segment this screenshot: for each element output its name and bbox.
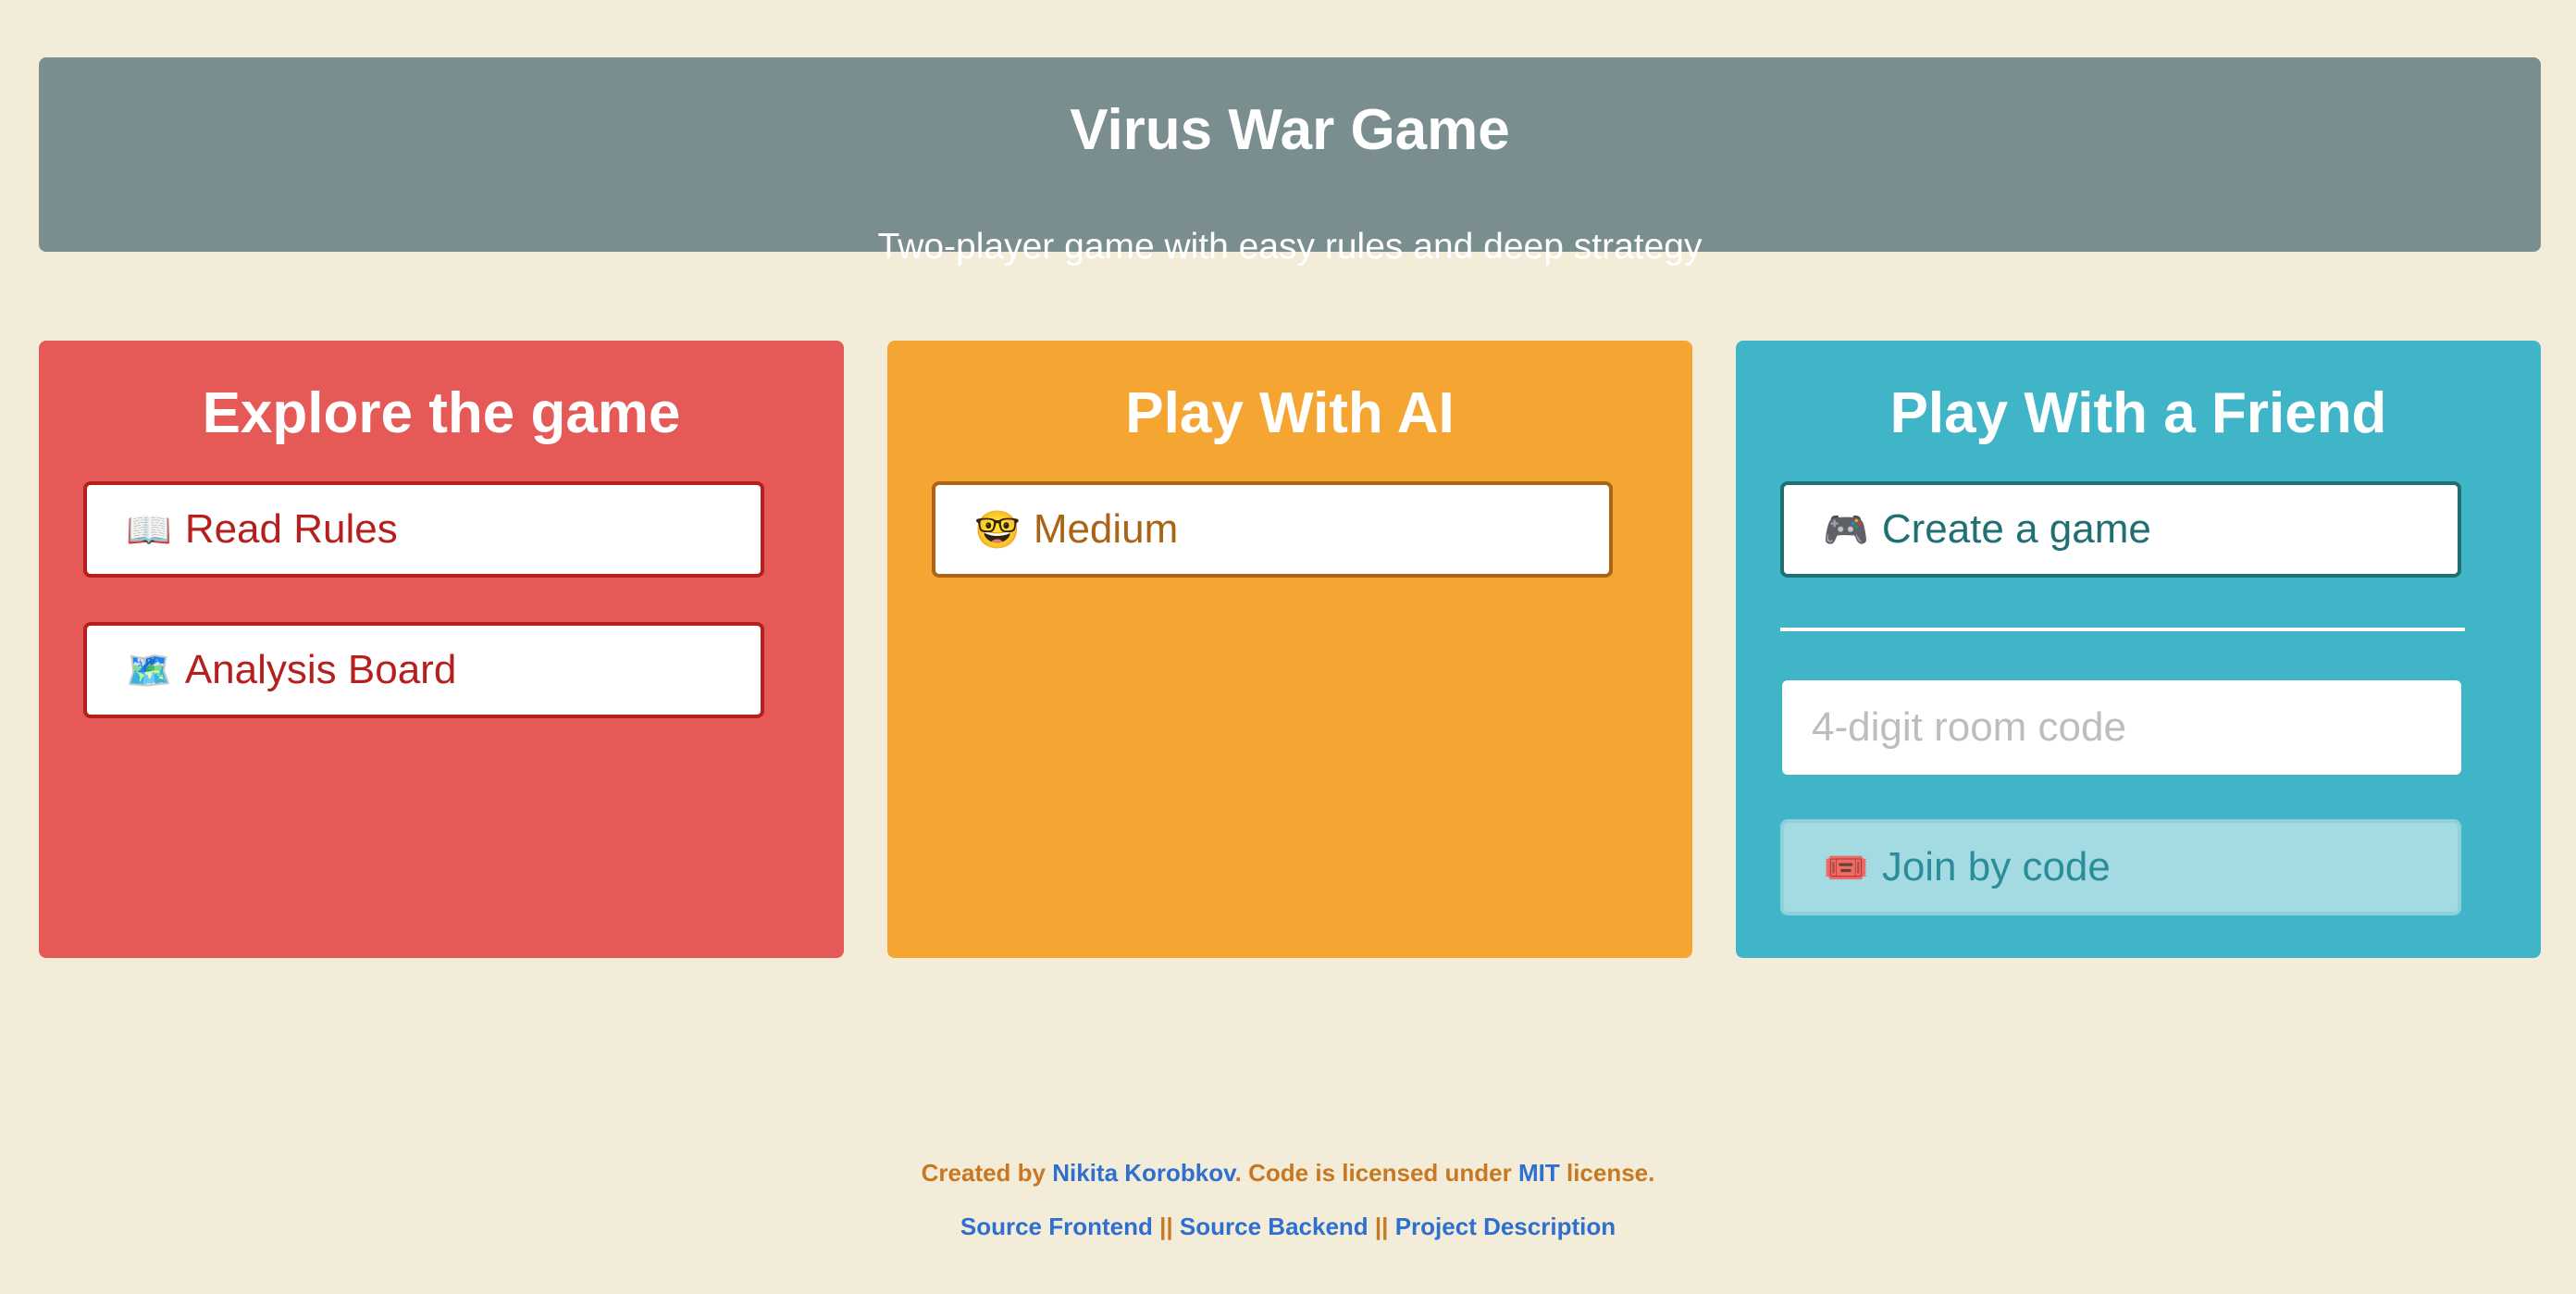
divider bbox=[1780, 628, 2465, 631]
read-rules-label: Read Rules bbox=[184, 506, 398, 552]
explore-card: Explore the game 📖 Read Rules 🗺️ Analysi… bbox=[39, 341, 844, 958]
ticket-icon: 🎟️ bbox=[1823, 847, 1869, 889]
room-code-input[interactable] bbox=[1782, 680, 2461, 775]
join-by-code-button[interactable]: 🎟️ Join by code bbox=[1780, 819, 2461, 915]
footer-separator: || bbox=[1374, 1213, 1389, 1240]
footer-credits: Created by Nikita Korobkov. Code is lice… bbox=[921, 1159, 1655, 1187]
project-description-link[interactable]: Project Description bbox=[1395, 1213, 1616, 1240]
nerd-face-icon: 🤓 bbox=[974, 509, 1021, 551]
friend-card-title: Play With a Friend bbox=[1889, 381, 2387, 445]
map-icon: 🗺️ bbox=[126, 650, 172, 691]
gamepad-icon: 🎮 bbox=[1823, 509, 1869, 551]
book-icon: 📖 bbox=[126, 509, 172, 551]
license-link[interactable]: MIT bbox=[1518, 1159, 1560, 1187]
ai-card-title: Play With AI bbox=[1125, 381, 1455, 445]
analysis-board-label: Analysis Board bbox=[184, 647, 457, 692]
source-backend-link[interactable]: Source Backend bbox=[1180, 1213, 1368, 1240]
create-game-button[interactable]: 🎮 Create a game bbox=[1780, 481, 2461, 578]
explore-card-title: Explore the game bbox=[202, 381, 681, 445]
ai-card: Play With AI 🤓 Medium bbox=[887, 341, 1692, 958]
page-header: Virus War Game Two-player game with easy… bbox=[39, 57, 2541, 267]
page-title: Virus War Game bbox=[1070, 98, 1510, 162]
friend-card: Play With a Friend 🎮 Create a game 🎟️ Jo… bbox=[1736, 341, 2541, 958]
footer-separator: || bbox=[1159, 1213, 1173, 1240]
source-frontend-link[interactable]: Source Frontend bbox=[960, 1213, 1153, 1240]
analysis-board-button[interactable]: 🗺️ Analysis Board bbox=[83, 622, 764, 718]
author-link[interactable]: Nikita Korobkov bbox=[1052, 1159, 1234, 1187]
footer-links: Source Frontend || Source Backend || Pro… bbox=[0, 1213, 2576, 1241]
medium-ai-button[interactable]: 🤓 Medium bbox=[932, 481, 1613, 578]
join-by-code-label: Join by code bbox=[1881, 844, 2111, 890]
medium-ai-label: Medium bbox=[1033, 506, 1179, 552]
page-subtitle: Two-player game with easy rules and deep… bbox=[877, 227, 1703, 267]
read-rules-button[interactable]: 📖 Read Rules bbox=[83, 481, 764, 578]
create-game-label: Create a game bbox=[1881, 506, 2151, 552]
